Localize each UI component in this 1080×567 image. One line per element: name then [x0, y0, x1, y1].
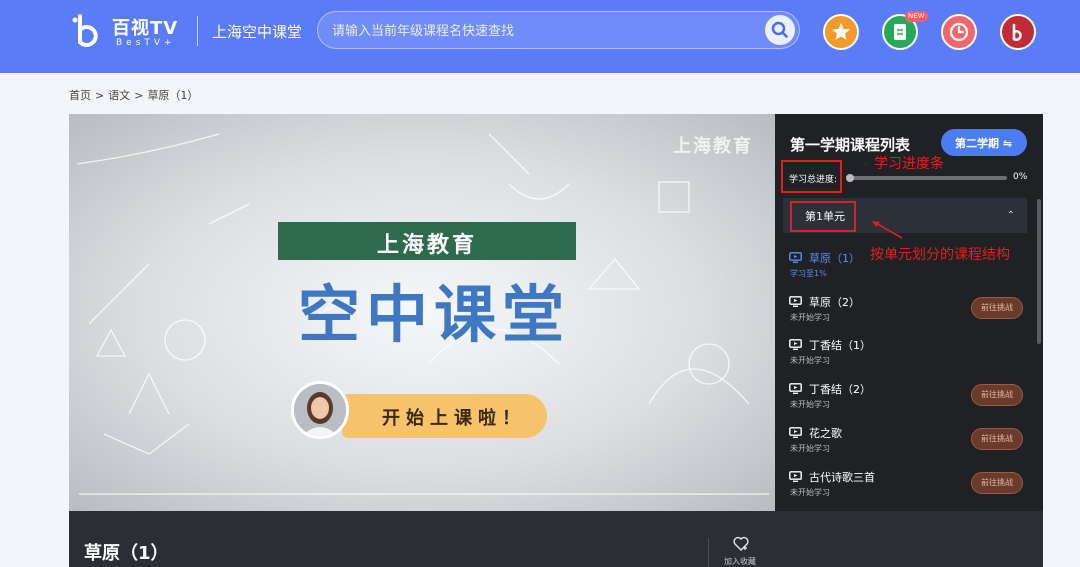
header-divider: [197, 16, 198, 46]
lesson-item[interactable]: 丁香结（2） 未开始学习 前往挑战: [789, 381, 1027, 421]
lesson-item[interactable]: 古代诗歌三首未开始学习 前往挑战: [789, 469, 1027, 509]
new-badge: NEW: [905, 11, 928, 22]
lesson-item[interactable]: 草原（2） 未开始学习 前往挑战: [789, 294, 1027, 334]
clock-icon: [949, 22, 969, 42]
monitor-icon: [789, 252, 802, 263]
lesson-item[interactable]: 丁香结（1） 未开始学习: [789, 337, 1027, 377]
bestv-avatar-icon: [1012, 23, 1022, 41]
lesson-status: 学习至1%: [790, 269, 827, 278]
annotation-box-progress: [781, 160, 842, 193]
monitor-icon: [789, 296, 802, 307]
lesson-title: 古代诗歌三首: [809, 471, 875, 484]
title-banner: 上海教育: [278, 222, 576, 260]
breadcrumb-subject[interactable]: 语文: [108, 89, 130, 102]
teacher-avatar: [291, 381, 349, 439]
lesson-title: 草原（2）: [809, 296, 860, 309]
teacher-avatar-icon: [294, 384, 346, 436]
lesson-title: 花之歌: [809, 427, 842, 440]
monitor-icon: [789, 383, 802, 394]
top-header: 百视TV BesTV+ 上海空中课堂 NEW: [0, 0, 1080, 73]
heart-plus-icon[interactable]: [733, 536, 749, 551]
star-icon: [832, 23, 850, 40]
search-button[interactable]: [765, 15, 795, 45]
challenge-button[interactable]: 前往挑战: [971, 384, 1023, 406]
lesson-info-bar: 草原（1） 加入收藏: [69, 511, 1043, 567]
monitor-icon: [789, 339, 802, 350]
logo-text: 百视TV: [112, 18, 179, 39]
lesson-title: 丁香结（1）: [809, 339, 871, 352]
breadcrumb: 首页 > 语文 > 草原（1）: [69, 87, 202, 103]
semester-button-label: 第二学期 ⇋: [955, 137, 1013, 150]
lesson-status: 未开始学习: [790, 488, 830, 497]
annotation-box-unit: [790, 201, 856, 232]
breadcrumb-separator: >: [95, 89, 105, 102]
history-button[interactable]: [941, 14, 977, 50]
video-main-title: 空中课堂: [297, 278, 570, 351]
lesson-status: 未开始学习: [790, 313, 830, 322]
challenge-button[interactable]: 前往挑战: [971, 297, 1023, 319]
lesson-status: 未开始学习: [790, 444, 830, 453]
breadcrumb-home[interactable]: 首页: [69, 89, 91, 102]
bestv-logo[interactable]: 百视TV BesTV+: [70, 12, 182, 52]
video-watermark: 上海教育: [673, 136, 753, 157]
monitor-icon: [789, 427, 802, 438]
challenge-button[interactable]: 前往挑战: [971, 428, 1023, 450]
bestv-logo-icon: [72, 14, 98, 47]
breadcrumb-separator: >: [134, 89, 144, 102]
second-semester-button[interactable]: 第二学期 ⇋: [941, 129, 1027, 156]
lesson-title: 丁香结（2）: [809, 383, 871, 396]
annotation-progress-text: 学习进度条: [874, 156, 944, 172]
annotation-arrow-icon: [872, 221, 903, 239]
monitor-icon: [789, 471, 802, 482]
search-icon: [771, 21, 788, 38]
start-class-text: 开始上课啦！: [382, 408, 526, 429]
lesson-title: 草原（1）: [809, 252, 860, 265]
search-bar: [317, 11, 800, 49]
lesson-item[interactable]: 花之歌未开始学习 前往挑战: [789, 425, 1027, 465]
banner-text: 上海教育: [376, 233, 477, 258]
add-favorite-label[interactable]: 加入收藏: [724, 556, 756, 567]
favorites-button[interactable]: [823, 14, 859, 50]
progress-percent: 0%: [1013, 172, 1028, 182]
logo-subtext: BesTV+: [116, 38, 176, 48]
panel-scrollbar[interactable]: [1037, 199, 1041, 344]
video-player[interactable]: 上海教育 上海教育 空中课堂 开始上课啦！: [69, 114, 775, 511]
start-class-banner: 开始上课啦！: [342, 394, 547, 438]
lesson-status: 未开始学习: [790, 356, 830, 365]
course-list-title: 第一学期课程列表: [790, 136, 911, 154]
lesson-status: 未开始学习: [790, 400, 830, 409]
challenge-button[interactable]: 前往挑战: [971, 472, 1023, 494]
site-title: 上海空中课堂: [212, 23, 303, 41]
search-input[interactable]: [332, 21, 752, 41]
lesson-heading: 草原（1）: [84, 543, 169, 564]
chevron-up-icon: ⌃: [1006, 210, 1015, 221]
user-avatar-button[interactable]: [1000, 14, 1036, 50]
progress-knob: [846, 174, 854, 182]
breadcrumb-current: 草原（1）: [147, 89, 199, 102]
annotation-structure-text: 按单元划分的课程结构: [870, 247, 1010, 263]
bottom-divider: [708, 538, 709, 567]
progress-bar: [846, 174, 1007, 182]
